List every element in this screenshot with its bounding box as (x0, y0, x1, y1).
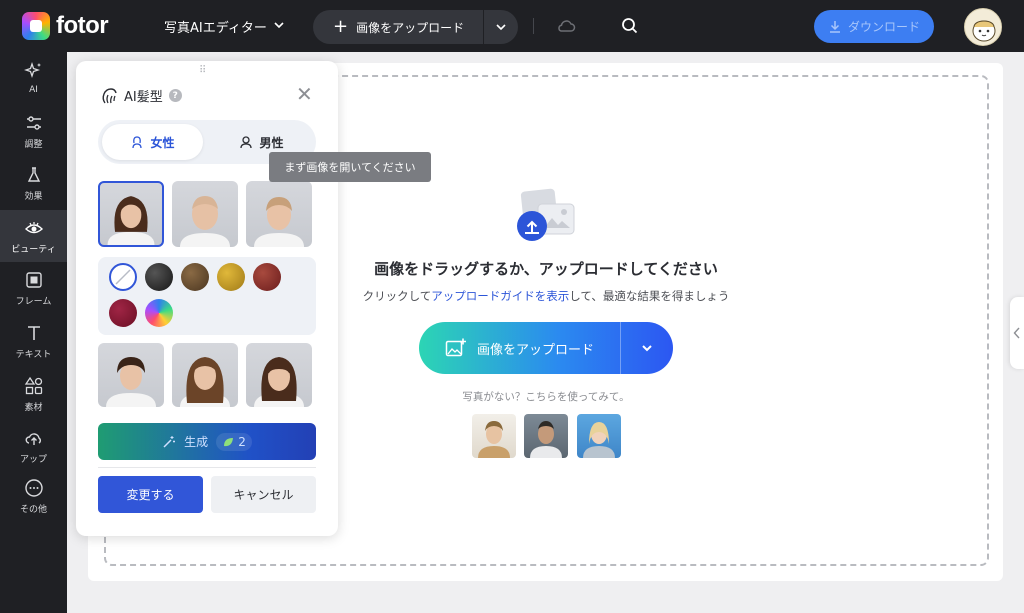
hairstyle-preset-5[interactable] (172, 343, 238, 407)
subline-suffix: して、最適な結果を得ましょう (569, 289, 730, 303)
chevron-down-icon (642, 345, 652, 352)
male-icon (240, 136, 253, 149)
apply-button[interactable]: 変更する (98, 476, 203, 513)
shapes-icon (24, 376, 42, 394)
drop-headline: 画像をドラッグするか、アップロードしてください (374, 260, 718, 278)
main-upload-dropdown[interactable] (621, 341, 673, 355)
sidebar-item-effects[interactable]: 効果 (0, 157, 67, 209)
color-swatch-black[interactable] (145, 263, 173, 291)
sidebar-label-effects: 効果 (24, 191, 43, 202)
sidebar-label-more: その他 (19, 504, 47, 515)
sidebar-label-ai: AI (29, 85, 38, 95)
sidebar-label-upload: アップ (19, 454, 47, 465)
panel-header: AI髪型 ? (100, 86, 182, 105)
upload-guide-link[interactable]: アップロードガイドを表示 (431, 289, 569, 303)
main-upload-group: 画像をアップロード (419, 322, 673, 374)
cloud-upload-icon (25, 432, 41, 445)
eye-icon (24, 221, 43, 233)
sample-photo-1[interactable] (472, 414, 516, 458)
cancel-button[interactable]: キャンセル (211, 476, 316, 513)
sidebar-label-adjust: 調整 (24, 139, 43, 150)
sidebar-label-frame: フレーム (15, 296, 52, 307)
sparkle-icon (23, 61, 41, 79)
download-button[interactable]: ダウンロード (814, 10, 934, 43)
sidebar-item-more[interactable]: その他 (0, 470, 67, 522)
main-upload-button[interactable]: 画像をアップロード (419, 338, 620, 358)
image-upload-illustration (514, 186, 578, 250)
right-panel-toggle[interactable] (1010, 297, 1024, 369)
sample-photo-2[interactable] (524, 414, 568, 458)
divider (533, 18, 534, 34)
hairstyle-preset-3[interactable] (246, 181, 312, 247)
main-upload-label: 画像をアップロード (476, 342, 594, 358)
editor-title-menu[interactable]: 写真AIエディター (164, 17, 285, 36)
hairstyle-preset-1[interactable] (98, 181, 164, 247)
more-icon (24, 478, 43, 497)
generate-button[interactable]: 生成 2 (98, 423, 316, 460)
header-upload-button[interactable]: + 画像をアップロード (313, 16, 483, 37)
tab-female[interactable]: 女性 (102, 124, 203, 160)
samples-label: 写真がない？こちらを使ってみて。 (462, 391, 630, 403)
hairstyle-preset-2[interactable] (172, 181, 238, 247)
chevron-left-icon (1013, 327, 1020, 339)
color-none-swatch[interactable] (109, 263, 137, 291)
cloud-icon[interactable] (556, 16, 576, 40)
hairstyle-preset-4[interactable] (98, 343, 164, 407)
color-swatch-brown[interactable] (181, 263, 209, 291)
sidebar-item-upload[interactable]: アップ (0, 420, 67, 472)
tooltip: まず画像を開いてください (269, 152, 431, 182)
tab-male-label: 男性 (259, 135, 284, 150)
download-label: ダウンロード (847, 20, 920, 34)
chevron-down-icon (273, 19, 285, 35)
magic-wand-icon (163, 435, 176, 448)
editor-title: 写真AIエディター (164, 21, 267, 36)
color-swatch-auburn[interactable] (253, 263, 281, 291)
sample-photo-3[interactable] (577, 414, 621, 458)
fotor-logo[interactable]: fotor (22, 12, 109, 40)
color-swatch-rainbow[interactable] (145, 299, 173, 327)
credit-badge: 2 (216, 432, 252, 451)
tab-female-label: 女性 (150, 135, 175, 150)
sidebar-item-ai[interactable]: AI (0, 52, 67, 104)
subline-prefix: クリックして (362, 289, 432, 303)
sidebar-item-elements[interactable]: 素材 (0, 368, 67, 420)
sidebar-item-adjust[interactable]: 調整 (0, 105, 67, 157)
frame-icon (25, 271, 42, 288)
leaf-icon (224, 437, 234, 446)
sidebar-label-text: テキスト (15, 349, 52, 360)
color-swatch-burgundy[interactable] (109, 299, 137, 327)
text-icon (27, 325, 40, 340)
sidebar-item-beauty[interactable]: ビューティ (0, 210, 67, 262)
hairstyle-preset-6[interactable] (246, 343, 312, 407)
generate-label: 生成 (184, 435, 209, 449)
divider (98, 467, 316, 468)
flask-icon (27, 166, 40, 182)
close-icon[interactable]: ✕ (296, 84, 313, 104)
sidebar-item-text[interactable]: テキスト (0, 315, 67, 367)
drop-subline: クリックしてアップロードガイドを表示して、最適な結果を得ましょう (300, 288, 792, 304)
logo-text: fotor (56, 12, 109, 39)
fotor-logo-icon (22, 12, 50, 40)
add-image-icon (445, 338, 466, 357)
sidebar-label-beauty: ビューティ (11, 244, 56, 255)
plus-icon: + (333, 16, 349, 37)
sidebar-item-frame[interactable]: フレーム (0, 262, 67, 314)
drag-handle[interactable]: ⠿ (199, 65, 207, 76)
sidebar-label-elements: 素材 (24, 402, 43, 413)
panel-title: AI髪型 (124, 90, 163, 105)
hair-icon (102, 87, 117, 103)
chevron-down-icon (496, 24, 506, 31)
sliders-icon (26, 115, 41, 130)
color-swatch-gold[interactable] (217, 263, 245, 291)
female-icon (132, 136, 143, 149)
header-upload-group: + 画像をアップロード (313, 10, 518, 44)
search-icon[interactable] (620, 16, 640, 40)
header-upload-dropdown[interactable] (484, 21, 518, 33)
download-icon (829, 20, 840, 33)
credit-count: 2 (238, 434, 246, 449)
help-icon[interactable]: ? (168, 89, 182, 102)
user-avatar[interactable] (964, 8, 1002, 46)
header-upload-label: 画像をアップロード (356, 20, 465, 35)
